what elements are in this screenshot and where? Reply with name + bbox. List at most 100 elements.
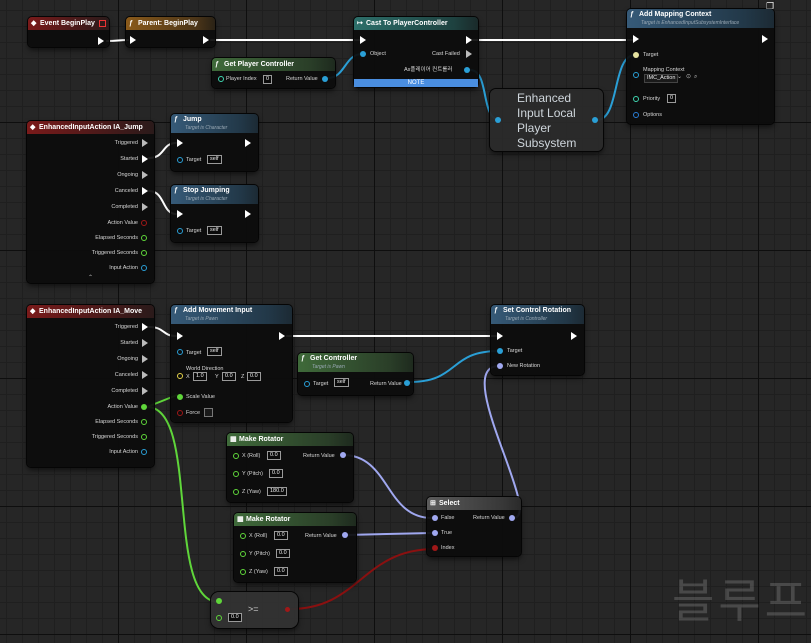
- exec-out-pin[interactable]: [245, 139, 251, 147]
- force-pin[interactable]: [177, 410, 183, 416]
- return-value-pin[interactable]: [509, 515, 515, 521]
- y-pitch-pin[interactable]: [240, 551, 246, 557]
- triggered-seconds-pin[interactable]: [141, 434, 147, 440]
- exec-out-pin[interactable]: [245, 210, 251, 218]
- x-roll-pin[interactable]: [233, 453, 239, 459]
- exec-in-pin[interactable]: [497, 332, 503, 340]
- node-make-rotator-1[interactable]: ▦ Make Rotator X (Roll) 0.0 Y (Pitch) 0.0…: [227, 433, 353, 502]
- z-input[interactable]: 0.0: [247, 372, 261, 381]
- completed-pin[interactable]: [142, 203, 148, 211]
- b-pin[interactable]: [216, 615, 222, 621]
- x-roll-input[interactable]: 0.0: [274, 531, 288, 540]
- exec-in-pin[interactable]: [177, 210, 183, 218]
- target-self-input[interactable]: self: [207, 155, 222, 164]
- x-roll-input[interactable]: 0.0: [267, 451, 281, 460]
- a-pin[interactable]: [216, 598, 222, 604]
- target-pin[interactable]: [177, 157, 183, 163]
- player-index-pin[interactable]: [218, 76, 224, 82]
- exec-in-pin[interactable]: [130, 36, 136, 44]
- node-select[interactable]: ⊞ Select False True Index Return Value: [427, 497, 521, 556]
- node-get-controller[interactable]: ƒ Get Controller Target is Pawn Target sel…: [298, 353, 413, 395]
- exec-out-pin[interactable]: [466, 36, 472, 44]
- result-pin[interactable]: [285, 607, 290, 612]
- elapsed-seconds-pin[interactable]: [141, 235, 147, 241]
- use-selected-icon[interactable]: ⊙: [686, 74, 691, 81]
- z-yaw-pin[interactable]: [240, 569, 246, 575]
- node-add-movement-input[interactable]: ƒ Add Movement Input Target is Pawn Target…: [171, 305, 292, 422]
- node-ia-move[interactable]: ◆ EnhancedInputAction IA_Move Triggered S…: [27, 305, 154, 467]
- cast-failed-pin[interactable]: [466, 50, 472, 58]
- node-add-mapping-context[interactable]: ƒ Add Mapping Context Target is EnhancedIn…: [627, 9, 774, 124]
- target-pin[interactable]: [177, 349, 183, 355]
- exec-in-pin[interactable]: [360, 36, 366, 44]
- node-jump[interactable]: ƒ Jump Target is Character Target self: [171, 114, 258, 171]
- exec-in-pin[interactable]: [177, 332, 183, 340]
- completed-pin[interactable]: [142, 387, 148, 395]
- mapping-context-pin[interactable]: [633, 72, 639, 78]
- y-pitch-pin[interactable]: [233, 471, 239, 477]
- node-get-player-controller[interactable]: ƒ Get Player Controller Player Index 0 Re…: [212, 58, 335, 88]
- subsystem-in-pin[interactable]: [495, 117, 501, 123]
- force-checkbox[interactable]: [204, 408, 213, 417]
- triggered-pin[interactable]: [142, 323, 148, 331]
- player-index-input[interactable]: 0: [263, 75, 273, 84]
- x-input[interactable]: 1.0: [193, 372, 207, 381]
- exec-in-pin[interactable]: [177, 139, 183, 147]
- z-yaw-input[interactable]: 0.0: [274, 567, 288, 576]
- object-in-pin[interactable]: [360, 51, 366, 57]
- elapsed-seconds-pin[interactable]: [141, 419, 147, 425]
- return-value-pin[interactable]: [340, 452, 346, 458]
- node-make-rotator-2[interactable]: ▦ Make Rotator X (Roll) 0.0 Y (Pitch) 0.0…: [234, 513, 356, 582]
- priority-input[interactable]: 0: [667, 94, 677, 103]
- x-roll-pin[interactable]: [240, 533, 246, 539]
- exec-out-pin[interactable]: [203, 36, 209, 44]
- b-input[interactable]: 0.0: [228, 613, 242, 622]
- exec-out-pin[interactable]: [571, 332, 577, 340]
- true-pin[interactable]: [432, 530, 438, 536]
- z-yaw-input[interactable]: 180.0: [267, 487, 287, 496]
- exec-in-pin[interactable]: [633, 35, 639, 43]
- return-value-pin[interactable]: [404, 380, 410, 386]
- exec-out-pin[interactable]: [762, 35, 768, 43]
- node-stop-jumping[interactable]: ƒ Stop Jumping Target is Character Target …: [171, 185, 258, 242]
- exec-out-pin[interactable]: [279, 332, 285, 340]
- triggered-pin[interactable]: [142, 139, 148, 147]
- input-action-pin[interactable]: [141, 265, 147, 271]
- target-pin[interactable]: [497, 348, 503, 354]
- delegate-pin-icon[interactable]: [99, 20, 106, 27]
- node-ia-jump[interactable]: ◆ EnhancedInputAction IA_Jump Triggered S…: [27, 121, 154, 283]
- chevron-down-icon[interactable]: ⌄: [677, 74, 682, 81]
- triggered-seconds-pin[interactable]: [141, 250, 147, 256]
- action-value-pin[interactable]: [141, 404, 147, 410]
- bookmark-icon[interactable]: ❐: [766, 2, 774, 11]
- target-self-input[interactable]: self: [207, 226, 222, 235]
- collapse-arrow-icon[interactable]: ⌃: [88, 275, 93, 282]
- node-parent-beginplay[interactable]: ƒ Parent: BeginPlay: [126, 17, 215, 47]
- mapping-context-select[interactable]: IMC_Action: [644, 74, 679, 83]
- canceled-pin[interactable]: [142, 371, 148, 379]
- target-self-input[interactable]: self: [334, 378, 349, 387]
- node-enhanced-input-subsystem[interactable]: Enhanced Input Local Player Subsystem: [490, 89, 603, 151]
- as-player-controller-pin[interactable]: [464, 67, 470, 73]
- started-pin[interactable]: [142, 339, 148, 347]
- node-event-beginplay[interactable]: ◆ Event BeginPlay: [28, 17, 109, 47]
- target-pin[interactable]: [633, 52, 639, 58]
- node-set-control-rotation[interactable]: ƒ Set Control Rotation Target is Controlle…: [491, 305, 584, 375]
- y-pitch-input[interactable]: 0.0: [276, 549, 290, 558]
- index-pin[interactable]: [432, 545, 438, 551]
- return-value-pin[interactable]: [342, 532, 348, 538]
- started-pin[interactable]: [142, 155, 148, 163]
- canceled-pin[interactable]: [142, 187, 148, 195]
- y-input[interactable]: 0.0: [222, 372, 236, 381]
- target-self-input[interactable]: self: [207, 347, 222, 356]
- z-yaw-pin[interactable]: [233, 489, 239, 495]
- subsystem-out-pin[interactable]: [592, 117, 598, 123]
- ongoing-pin[interactable]: [142, 171, 148, 179]
- scale-value-pin[interactable]: [177, 394, 183, 400]
- new-rotation-pin[interactable]: [497, 363, 503, 369]
- y-pitch-input[interactable]: 0.0: [269, 469, 283, 478]
- options-pin[interactable]: [633, 112, 639, 118]
- action-value-pin[interactable]: [141, 220, 147, 226]
- node-cast-to-playercontroller[interactable]: ↦ Cast To PlayerController Object Cast Fa…: [354, 17, 478, 87]
- return-value-pin[interactable]: [322, 76, 328, 82]
